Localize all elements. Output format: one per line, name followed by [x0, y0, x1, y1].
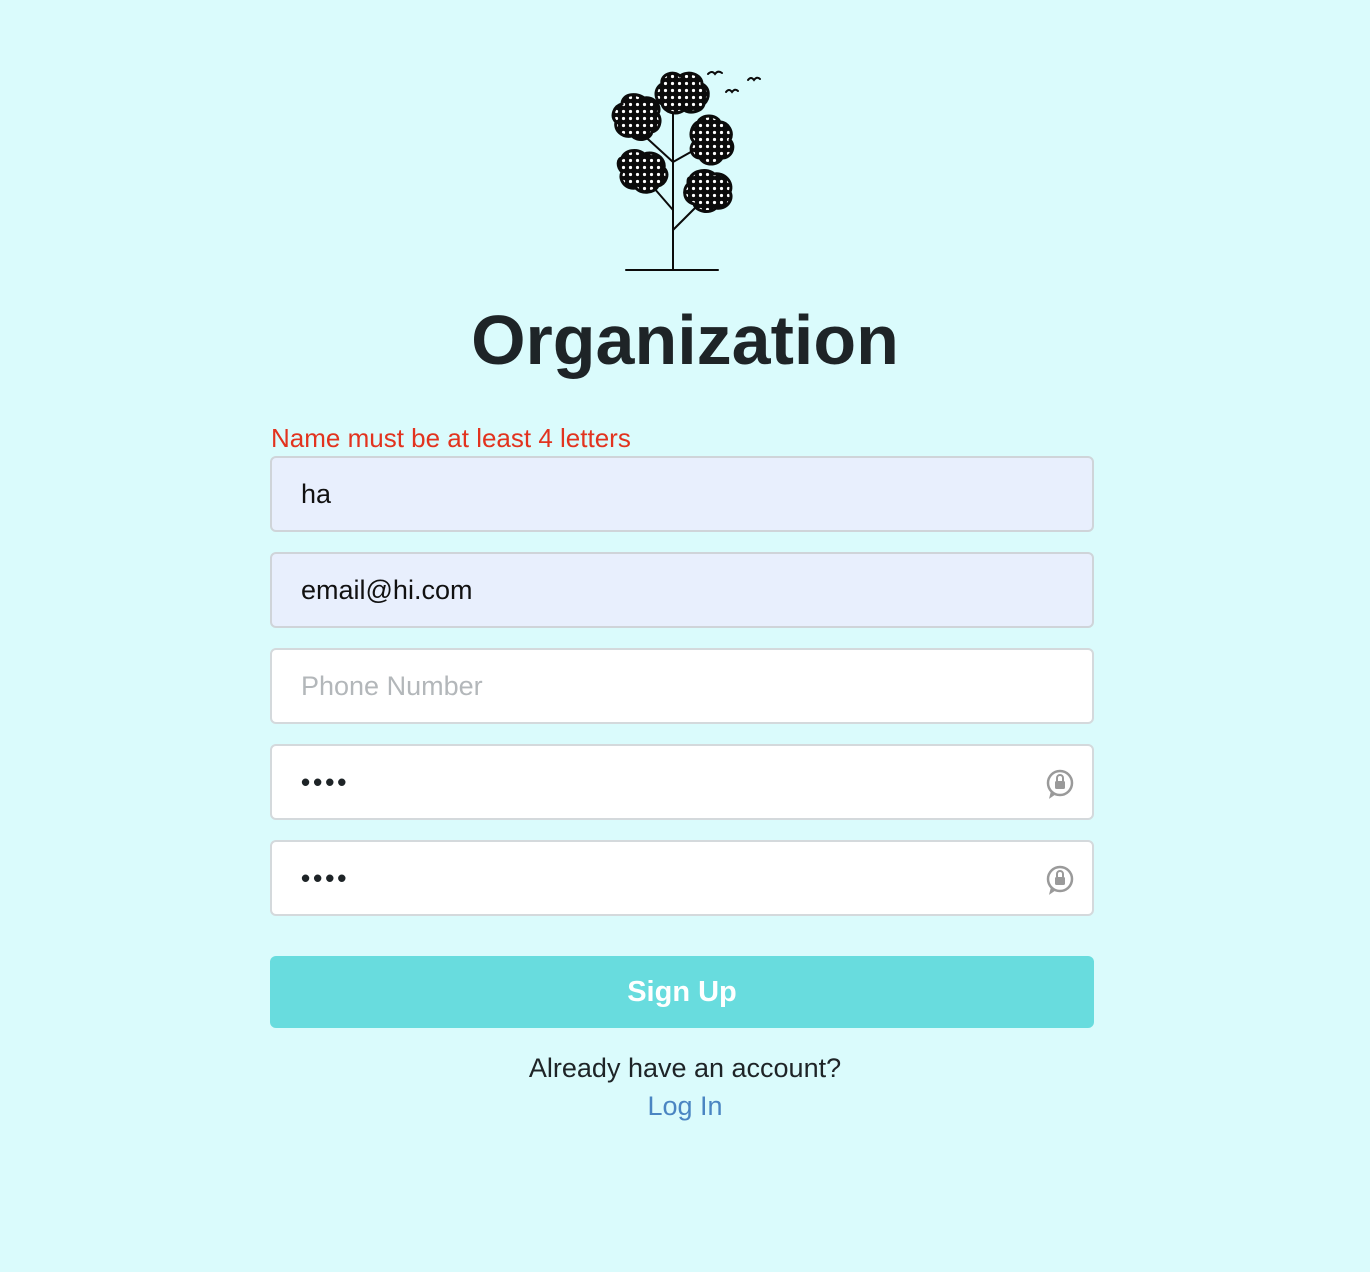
name-input[interactable]: [272, 458, 1092, 530]
password-manager-lock-icon[interactable]: [1044, 862, 1076, 896]
email-input[interactable]: [272, 554, 1092, 626]
confirm-password-input[interactable]: [272, 842, 1092, 914]
password-input[interactable]: [272, 746, 1092, 818]
name-field-container: [270, 456, 1094, 532]
login-link-row: Log In: [0, 1088, 1370, 1124]
confirm-password-field-container: [270, 840, 1094, 916]
password-manager-lock-icon[interactable]: [1044, 766, 1076, 800]
logo: [592, 66, 772, 276]
phone-field-container: [270, 648, 1094, 724]
phone-input[interactable]: [272, 650, 1092, 722]
name-error-message: Name must be at least 4 letters: [271, 423, 631, 453]
login-link[interactable]: Log In: [647, 1091, 722, 1121]
tree-with-birds-icon: [611, 70, 761, 271]
email-field-container: [270, 552, 1094, 628]
password-field-container: [270, 744, 1094, 820]
already-have-account-text: Already have an account?: [528, 1053, 842, 1083]
page-title: Organization: [471, 301, 899, 379]
sign-up-button[interactable]: Sign Up: [270, 956, 1094, 1028]
